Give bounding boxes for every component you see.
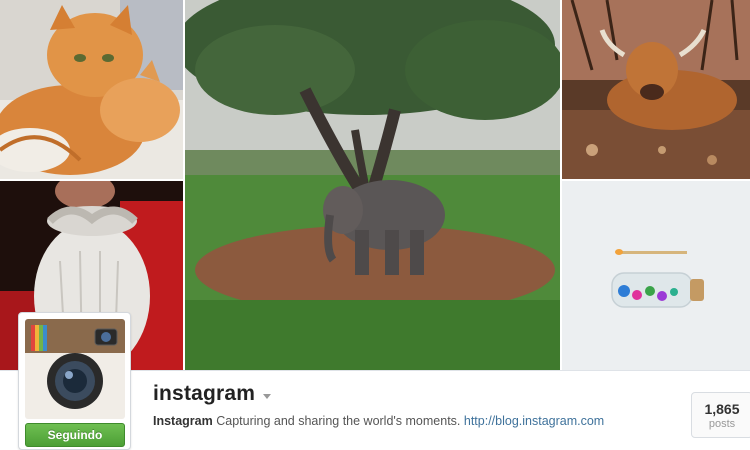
- bio-name: Instagram: [153, 414, 213, 428]
- photo-tile-highland-cow[interactable]: [562, 0, 750, 179]
- camera-logo-icon: [25, 319, 125, 419]
- bio-link[interactable]: http://blog.instagram.com: [464, 414, 604, 428]
- photo-tile-elephant[interactable]: [185, 0, 560, 370]
- chevron-down-icon[interactable]: [263, 393, 272, 399]
- cats-photo: [0, 0, 183, 179]
- posts-label: posts: [708, 418, 736, 430]
- photo-tile-bottle[interactable]: [562, 181, 750, 370]
- profile-bio: Instagram Capturing and sharing the worl…: [153, 414, 604, 428]
- bio-text: Capturing and sharing the world's moment…: [212, 414, 464, 428]
- photo-tile-cats[interactable]: [0, 0, 183, 179]
- avatar-card: Seguindo: [18, 312, 131, 450]
- follow-button[interactable]: Seguindo: [25, 423, 125, 447]
- username-row: instagram: [153, 382, 272, 406]
- bottle-photo: [562, 181, 750, 370]
- elephant-photo: [185, 0, 560, 370]
- highland-cow-photo: [562, 0, 750, 179]
- posts-count: 1,865: [704, 401, 740, 417]
- posts-stat[interactable]: 1,865 posts: [691, 392, 750, 438]
- avatar[interactable]: [25, 319, 125, 419]
- profile-username: instagram: [153, 382, 256, 405]
